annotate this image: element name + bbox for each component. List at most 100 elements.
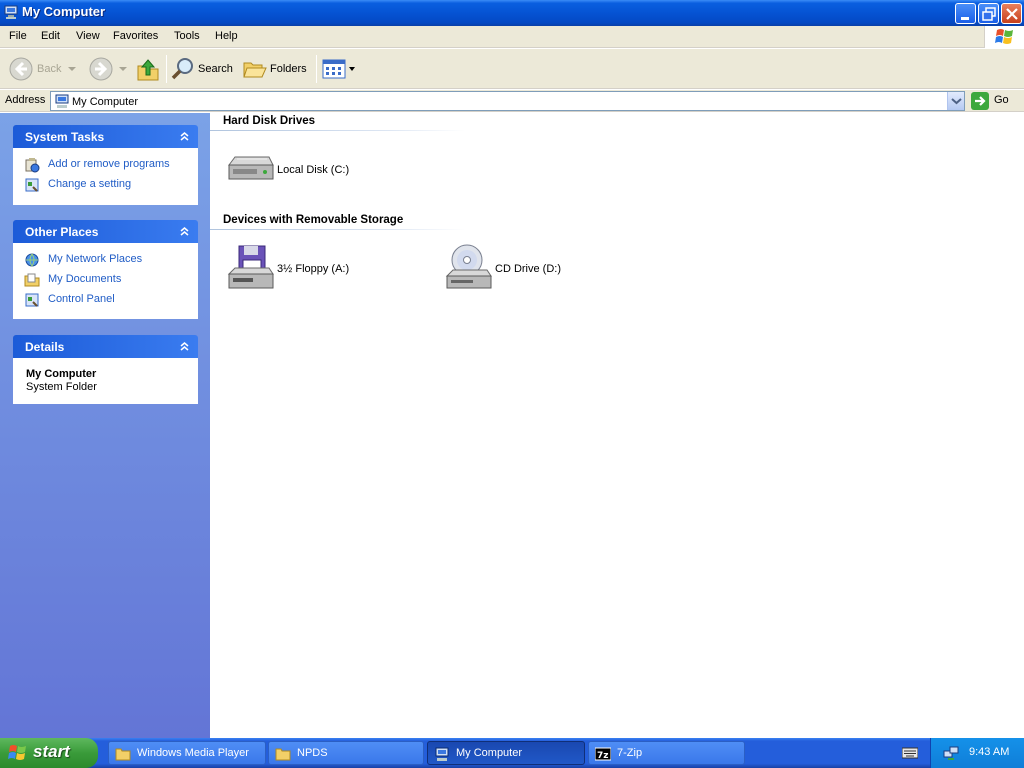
svg-text:7z: 7z bbox=[597, 751, 609, 761]
title-bar[interactable]: My Computer bbox=[0, 0, 1024, 26]
drive-label: 3½ Floppy (A:) bbox=[277, 263, 350, 275]
taskbar-button-7zip[interactable]: 7z 7-Zip bbox=[588, 741, 745, 765]
up-folder-button[interactable] bbox=[134, 49, 162, 89]
go-button[interactable]: Go bbox=[970, 92, 1020, 110]
toolbar-separator bbox=[166, 55, 167, 83]
collapse-chevron-icon[interactable] bbox=[177, 339, 192, 354]
network-places-icon bbox=[25, 253, 39, 267]
collapse-chevron-icon[interactable] bbox=[177, 224, 192, 239]
drive-label: Local Disk (C:) bbox=[277, 164, 350, 176]
keyboard-language-icon[interactable] bbox=[902, 747, 918, 759]
drive-local-disk-c[interactable]: Local Disk (C:) bbox=[225, 145, 425, 195]
my-computer-icon bbox=[435, 747, 449, 761]
menu-favorites[interactable]: Favorites bbox=[113, 30, 158, 42]
taskbar-button-npds[interactable]: NPDS bbox=[268, 741, 424, 765]
folders-button[interactable]: Folders bbox=[242, 49, 314, 89]
details-header[interactable]: Details bbox=[13, 335, 198, 358]
cd-drive-icon bbox=[445, 244, 492, 289]
system-tasks-panel: System Tasks Add or remove programs Chan… bbox=[13, 125, 198, 205]
drive-label: CD Drive (D:) bbox=[495, 263, 561, 275]
taskbar-button-windows-media-player[interactable]: Windows Media Player bbox=[108, 741, 266, 765]
place-control-panel[interactable]: Control Panel bbox=[14, 290, 197, 310]
restore-button[interactable] bbox=[978, 3, 999, 24]
system-tasks-header[interactable]: System Tasks bbox=[13, 125, 198, 148]
add-remove-programs-icon bbox=[25, 158, 40, 173]
forward-arrow-icon bbox=[89, 57, 113, 81]
taskbar: start Windows Media Player NPDS My Compu… bbox=[0, 738, 1024, 768]
minimize-button[interactable] bbox=[955, 3, 976, 24]
chevron-down-icon bbox=[349, 67, 355, 71]
floppy-drive-icon bbox=[227, 245, 274, 289]
hard-disk-icon bbox=[228, 156, 274, 180]
taskbar-button-label: Windows Media Player bbox=[137, 747, 249, 759]
task-change-setting[interactable]: Change a setting bbox=[14, 175, 197, 195]
go-arrow-icon bbox=[971, 92, 989, 110]
my-computer-icon bbox=[4, 5, 18, 19]
panel-title: Other Places bbox=[25, 225, 99, 239]
details-item-name: My Computer bbox=[26, 368, 97, 380]
other-places-header[interactable]: Other Places bbox=[13, 220, 198, 243]
task-label: Add or remove programs bbox=[48, 158, 170, 170]
collapse-chevron-icon[interactable] bbox=[177, 129, 192, 144]
details-panel: Details My Computer System Folder bbox=[13, 335, 198, 404]
group-header-hard-disk-drives: Hard Disk Drives bbox=[223, 115, 316, 127]
task-add-remove-programs[interactable]: Add or remove programs bbox=[14, 155, 197, 175]
taskbar-button-label: 7-Zip bbox=[617, 747, 643, 759]
place-my-network-places[interactable]: My Network Places bbox=[14, 250, 197, 270]
panel-title: System Tasks bbox=[25, 130, 105, 144]
panel-title: Details bbox=[25, 340, 65, 354]
minimize-icon bbox=[961, 17, 969, 20]
search-icon bbox=[171, 58, 193, 80]
start-button[interactable]: start bbox=[0, 738, 98, 768]
drive-cd-d[interactable]: CD Drive (D:) bbox=[443, 244, 643, 294]
control-panel-icon bbox=[25, 178, 39, 192]
address-label: Address bbox=[5, 94, 46, 106]
folders-icon bbox=[243, 62, 267, 78]
forward-button[interactable] bbox=[86, 49, 130, 89]
address-bar: Address My Computer Go bbox=[0, 90, 1024, 112]
toolbar-separator bbox=[316, 55, 317, 83]
search-label: Search bbox=[198, 63, 233, 75]
system-tray: 9:43 AM bbox=[930, 738, 1024, 768]
windows-flag-icon bbox=[8, 745, 26, 760]
taskbar-button-my-computer[interactable]: My Computer bbox=[427, 741, 585, 765]
address-dropdown-button[interactable] bbox=[947, 92, 964, 110]
file-view[interactable]: Hard Disk Drives Local Disk (C:) Devices… bbox=[210, 113, 1024, 738]
details-item-type: System Folder bbox=[26, 381, 97, 393]
start-label: start bbox=[33, 742, 70, 761]
taskbar-button-label: NPDS bbox=[297, 747, 328, 759]
place-label: My Documents bbox=[48, 273, 122, 285]
group-divider bbox=[210, 130, 465, 131]
other-places-body: My Network Places My Documents Control P… bbox=[13, 243, 198, 319]
group-header-removable-storage: Devices with Removable Storage bbox=[223, 214, 404, 226]
menu-tools[interactable]: Tools bbox=[174, 30, 200, 42]
menu-file[interactable]: File bbox=[9, 30, 27, 42]
chevron-down-icon bbox=[951, 98, 962, 105]
back-button[interactable]: Back bbox=[6, 49, 80, 89]
menu-view[interactable]: View bbox=[76, 30, 100, 42]
network-connection-icon[interactable] bbox=[943, 745, 959, 761]
go-label: Go bbox=[994, 94, 1009, 106]
folder-icon bbox=[115, 748, 131, 761]
back-label: Back bbox=[37, 63, 62, 75]
clock[interactable]: 9:43 AM bbox=[969, 746, 1009, 758]
toolbar: Back Search Folders bbox=[0, 49, 1024, 89]
restore-icon bbox=[982, 7, 996, 21]
other-places-panel: Other Places My Network Places My Docume… bbox=[13, 220, 198, 319]
menu-edit[interactable]: Edit bbox=[41, 30, 60, 42]
drive-floppy-a[interactable]: 3½ Floppy (A:) bbox=[225, 244, 425, 294]
views-button[interactable] bbox=[322, 49, 358, 89]
views-icon bbox=[322, 59, 346, 79]
address-input[interactable]: My Computer bbox=[50, 91, 965, 111]
search-button[interactable]: Search bbox=[170, 49, 236, 89]
details-body: My Computer System Folder bbox=[13, 358, 198, 404]
control-panel-icon bbox=[25, 293, 39, 307]
system-tasks-body: Add or remove programs Change a setting bbox=[13, 148, 198, 205]
chevron-down-icon bbox=[68, 67, 76, 71]
place-my-documents[interactable]: My Documents bbox=[14, 270, 197, 290]
close-button[interactable] bbox=[1001, 3, 1022, 24]
windows-flag-icon bbox=[995, 29, 1013, 44]
menu-help[interactable]: Help bbox=[215, 30, 238, 42]
task-label: Change a setting bbox=[48, 178, 132, 190]
taskbar-button-label: My Computer bbox=[456, 747, 523, 759]
